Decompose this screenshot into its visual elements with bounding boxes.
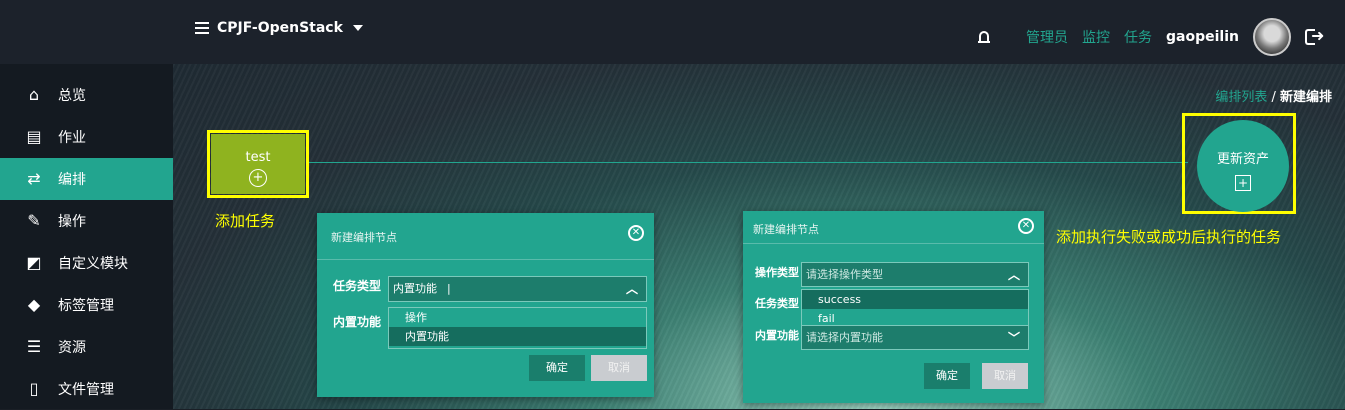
username[interactable]: gaopeilin <box>1166 29 1239 45</box>
nav-link-admin[interactable]: 管理员 <box>1026 27 1068 47</box>
server-icon: ☰ <box>26 337 42 356</box>
builtin-label: 内置功能 <box>333 315 382 329</box>
sidebar-item-tags[interactable]: ◆ 标签管理 <box>0 284 173 326</box>
top-nav-links: 管理员 监控 任务 gaopeilin <box>978 18 1324 56</box>
avatar[interactable] <box>1253 18 1291 56</box>
caret-down-icon <box>352 25 363 31</box>
connection-line <box>308 162 1188 163</box>
sidebar-item-jobs[interactable]: ▤ 作业 <box>0 116 173 158</box>
top-navbar: CPJF-OpenStack 管理员 监控 任务 gaopeilin <box>0 0 1345 64</box>
sidebar-item-operations[interactable]: ✎ 操作 <box>0 200 173 242</box>
flow-icon: ⇄ <box>27 169 41 188</box>
modal-header: 新建编排节点 ✕ <box>743 211 1044 244</box>
task-type-label: 任务类型 <box>755 297 799 310</box>
bell-icon[interactable] <box>978 30 991 44</box>
sidebar-item-resources[interactable]: ☰ 资源 <box>0 326 173 368</box>
new-node-modal-left: 新建编排节点 ✕ 任务类型 内置功能 | ︿ 内置功能 操作 内置功能 确定 取消 <box>317 213 654 397</box>
close-icon[interactable]: ✕ <box>628 225 644 241</box>
sidebar-item-label: 作业 <box>58 130 86 146</box>
result-node-label: 更新资产 <box>1216 152 1269 167</box>
op-type-dropdown: success fail <box>801 289 1029 327</box>
sidebar: ⌂ 总览 ▤ 作业 ⇄ 编排 ✎ 操作 ◩ 自定义模块 ◆ 标签管理 ☰ 资源 … <box>0 64 173 409</box>
task-node-label: test <box>245 150 271 165</box>
project-name: CPJF-OpenStack <box>217 20 343 36</box>
file-code-icon: ▯ <box>29 379 39 398</box>
nav-link-tasks[interactable]: 任务 <box>1124 27 1152 47</box>
chevron-up-icon: ︿ <box>625 282 638 296</box>
wrench-icon: ✎ <box>27 211 41 230</box>
breadcrumb: 编排列表 / 新建编排 <box>1215 86 1332 105</box>
op-type-label: 操作类型 <box>755 266 799 279</box>
result-node[interactable]: 更新资产 + <box>1197 120 1289 212</box>
add-square-icon[interactable]: + <box>1235 175 1251 191</box>
task-type-label: 任务类型 <box>333 279 382 293</box>
sidebar-item-orchestration[interactable]: ⇄ 编排 <box>0 158 173 200</box>
sidebar-item-label: 操作 <box>58 214 86 230</box>
home-icon: ⌂ <box>28 85 40 104</box>
sidebar-item-label: 资源 <box>58 340 86 356</box>
option-builtin[interactable]: 内置功能 <box>389 327 646 346</box>
breadcrumb-sep: / <box>1267 90 1280 105</box>
logout-icon[interactable] <box>1305 26 1324 45</box>
clipboard-icon: ▤ <box>26 127 42 146</box>
sidebar-item-files[interactable]: ▯ 文件管理 <box>0 368 173 410</box>
confirm-button[interactable]: 确定 <box>529 355 585 381</box>
chevron-down-icon: ﹀ <box>1007 331 1020 345</box>
breadcrumb-link[interactable]: 编排列表 <box>1215 90 1267 105</box>
option-success[interactable]: success <box>802 290 1028 309</box>
nav-link-monitor[interactable]: 监控 <box>1082 27 1110 47</box>
sidebar-item-label: 自定义模块 <box>58 256 128 272</box>
project-switcher[interactable]: CPJF-OpenStack <box>195 20 363 36</box>
builtin-label: 内置功能 <box>755 329 799 342</box>
modal-title: 新建编排节点 <box>753 223 819 236</box>
builtin-placeholder: 请选择内置功能 <box>806 331 883 344</box>
list-icon <box>195 22 209 34</box>
module-icon: ◩ <box>26 253 42 272</box>
op-type-placeholder: 请选择操作类型 <box>806 268 883 281</box>
sidebar-item-label: 总览 <box>58 88 86 104</box>
sidebar-item-label: 编排 <box>58 172 86 188</box>
sidebar-item-custom-modules[interactable]: ◩ 自定义模块 <box>0 242 173 284</box>
sidebar-item-overview[interactable]: ⌂ 总览 <box>0 74 173 116</box>
op-type-select[interactable]: 请选择操作类型 ︿ <box>801 262 1029 287</box>
modal-header: 新建编排节点 ✕ <box>317 213 654 260</box>
task-type-value: 内置功能 <box>393 282 437 295</box>
annotation-add-task: 添加任务 <box>215 212 276 230</box>
close-icon[interactable]: ✕ <box>1018 218 1034 234</box>
tags-icon: ◆ <box>27 295 41 314</box>
sidebar-item-label: 标签管理 <box>58 298 114 314</box>
task-node[interactable]: test + <box>211 134 305 194</box>
task-type-dropdown: 操作 内置功能 <box>388 307 647 349</box>
new-node-modal-right: 新建编排节点 ✕ 操作类型 请选择操作类型 ︿ success fail 任务类… <box>743 211 1044 403</box>
annotation-add-result: 添加执行失败或成功后执行的任务 <box>1056 228 1282 246</box>
option-operation[interactable]: 操作 <box>389 308 646 327</box>
add-circle-icon[interactable]: + <box>249 169 267 187</box>
builtin-select[interactable]: 请选择内置功能 ﹀ <box>801 325 1029 350</box>
cancel-button[interactable]: 取消 <box>982 363 1028 389</box>
cancel-button[interactable]: 取消 <box>591 355 647 381</box>
sidebar-item-label: 文件管理 <box>58 382 114 398</box>
modal-title: 新建编排节点 <box>331 231 397 244</box>
confirm-button[interactable]: 确定 <box>924 363 970 389</box>
task-type-select[interactable]: 内置功能 | ︿ <box>388 276 647 302</box>
chevron-up-icon: ︿ <box>1007 268 1020 282</box>
breadcrumb-current: 新建编排 <box>1279 90 1332 105</box>
